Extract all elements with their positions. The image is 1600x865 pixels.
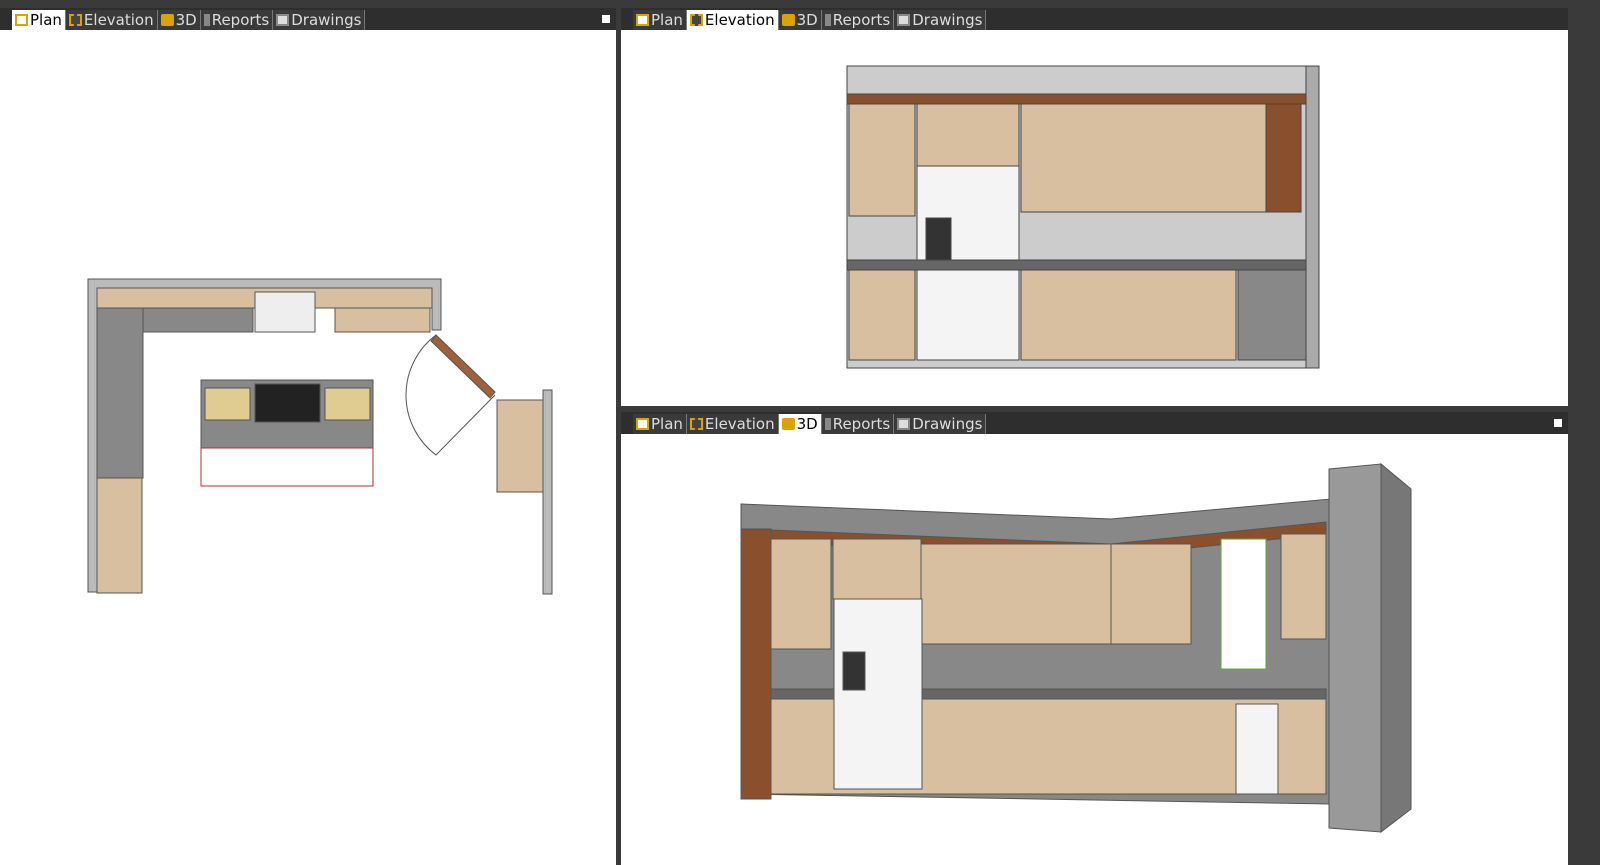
- plan-view-canvas[interactable]: [0, 30, 616, 865]
- reports-icon: [203, 14, 210, 26]
- tab-plan[interactable]: Plan: [633, 10, 687, 30]
- plan-icon: [636, 418, 649, 430]
- tab-label: Elevation: [704, 11, 775, 29]
- tab-label: Elevation: [83, 11, 154, 29]
- drawings-icon: [897, 418, 911, 430]
- tab-label: Reports: [211, 11, 270, 29]
- 3d-box-icon: [781, 418, 795, 430]
- tab-elevation[interactable]: Elevation: [686, 10, 779, 30]
- tab-label: Drawings: [291, 11, 362, 29]
- tab-3d[interactable]: 3D: [778, 414, 822, 434]
- tab-elevation[interactable]: Elevation: [686, 414, 779, 434]
- tab-3d[interactable]: 3D: [778, 10, 822, 30]
- drawings-icon: [897, 14, 911, 26]
- elevation-icon: [689, 14, 703, 26]
- drawings-icon: [276, 14, 290, 26]
- tab-label: 3D: [796, 415, 818, 433]
- elevation-pane-tabs: Plan Elevation 3D Reports Drawings: [621, 8, 1568, 30]
- tab-label: Reports: [832, 11, 891, 29]
- floor-plan-drawing: [87, 278, 553, 595]
- tab-label: Elevation: [704, 415, 775, 433]
- tab-reports[interactable]: Reports: [200, 10, 274, 30]
- plan-icon: [15, 14, 28, 26]
- 3d-pane-tabs: Plan Elevation 3D Reports Drawings: [621, 412, 1568, 434]
- island: [200, 379, 374, 487]
- tab-label: Plan: [30, 11, 62, 29]
- elevation-drawing: [846, 65, 1320, 369]
- 3d-view-canvas[interactable]: [621, 434, 1568, 865]
- 3d-box-icon: [160, 14, 174, 26]
- 3d-box-icon: [781, 14, 795, 26]
- tab-drawings[interactable]: Drawings: [894, 10, 987, 30]
- plan-pane-tabs: Plan Elevation 3D Reports Drawings: [0, 8, 616, 30]
- plan-pane: Plan Elevation 3D Reports Drawings: [0, 8, 616, 865]
- elevation-icon: [689, 418, 703, 430]
- elevation-pane: Plan Elevation 3D Reports Drawings: [621, 8, 1568, 406]
- tab-3d[interactable]: 3D: [157, 10, 201, 30]
- door: [405, 334, 496, 456]
- tab-label: Reports: [832, 415, 891, 433]
- 3d-pane: Plan Elevation 3D Reports Drawings: [621, 412, 1568, 865]
- tab-drawings[interactable]: Drawings: [273, 10, 366, 30]
- tab-plan[interactable]: Plan: [12, 10, 66, 30]
- reports-icon: [824, 418, 831, 430]
- tab-label: Drawings: [912, 11, 983, 29]
- elevation-icon: [68, 14, 82, 26]
- tab-label: Plan: [651, 415, 683, 433]
- maximize-button[interactable]: [1554, 419, 1562, 427]
- tab-label: 3D: [796, 11, 818, 29]
- 3d-kitchen-render: [740, 462, 1412, 834]
- tab-drawings[interactable]: Drawings: [894, 414, 987, 434]
- tab-plan[interactable]: Plan: [633, 414, 687, 434]
- reports-icon: [824, 14, 831, 26]
- maximize-button[interactable]: [602, 15, 610, 23]
- tab-reports[interactable]: Reports: [821, 10, 895, 30]
- tab-label: Drawings: [912, 415, 983, 433]
- tab-label: Plan: [651, 11, 683, 29]
- tab-elevation[interactable]: Elevation: [65, 10, 158, 30]
- tab-reports[interactable]: Reports: [821, 414, 895, 434]
- elevation-view-canvas[interactable]: [621, 30, 1568, 406]
- tab-label: 3D: [175, 11, 197, 29]
- plan-icon: [636, 14, 649, 26]
